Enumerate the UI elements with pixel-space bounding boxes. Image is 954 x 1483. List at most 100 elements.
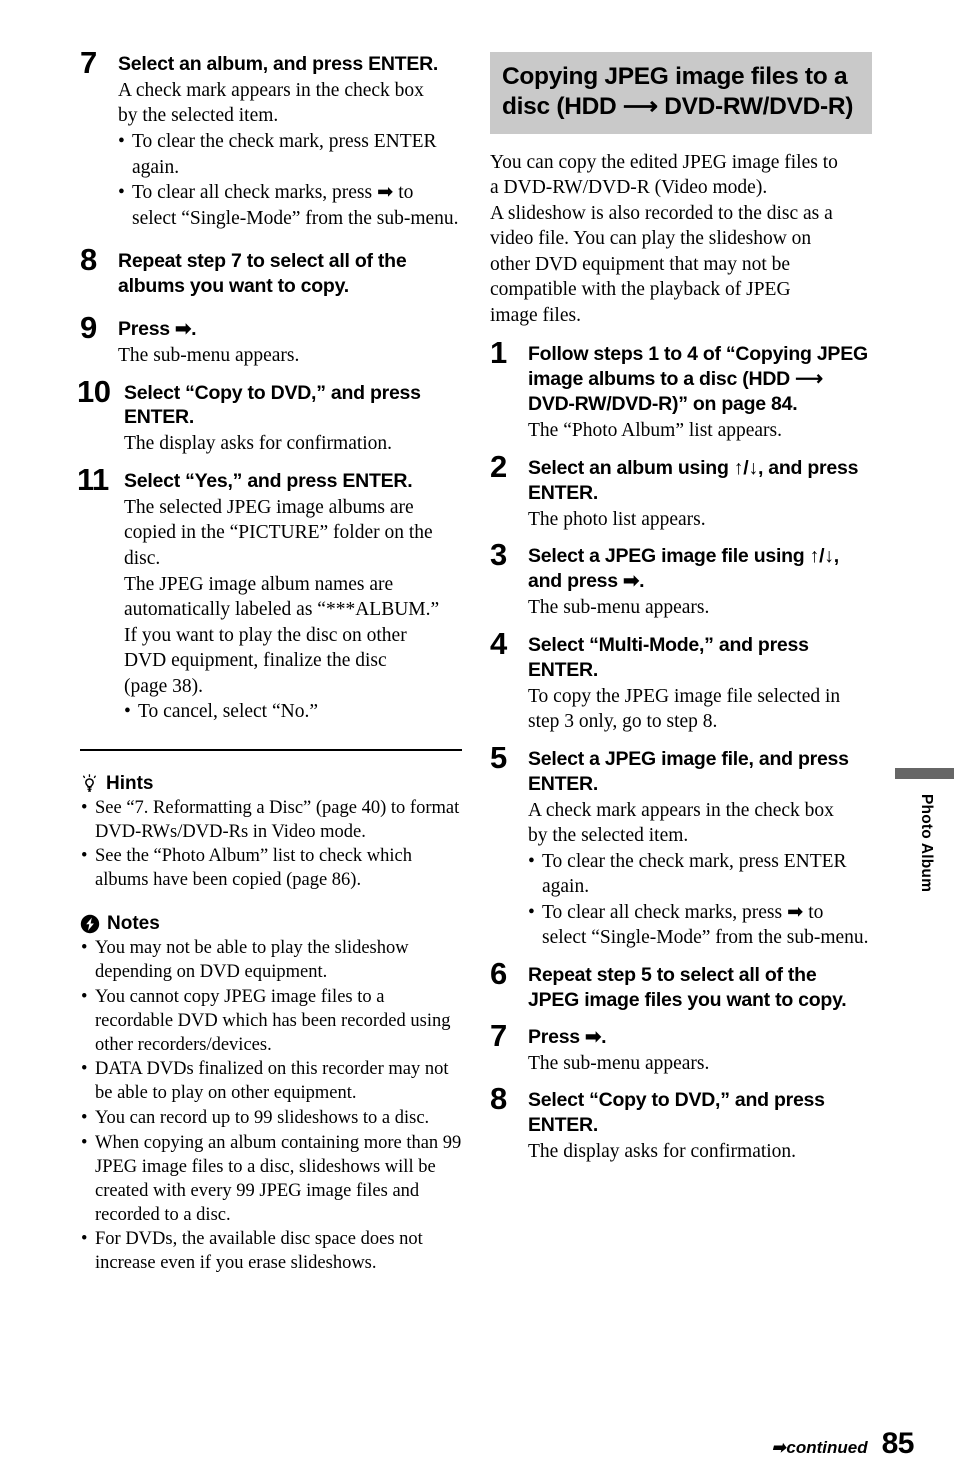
step-title-line: page 84. [721,393,798,416]
bullet-item: To clear the check mark, press ENTER aga… [118,129,462,180]
step-body-line: The photo list appears. [528,508,706,530]
intro-paragraph: You can copy the edited JPEG image files… [490,150,872,329]
step-number: 2 [490,448,507,484]
step-title: Repeat step 7 to select all of the album… [118,250,407,298]
step-body: A check mark appears in the check box by… [528,798,872,849]
step-body-line: The sub-menu appears. [528,1052,710,1074]
step-body-line: A check mark appears in the check box [528,799,834,821]
step-item: 7 Press ➡. The sub-menu appears. [490,1020,872,1077]
step-body: The sub-menu appears. [528,595,872,621]
step-title: Press ➡. [528,1025,607,1048]
intro-line: A slideshow is also recorded to the disc… [490,202,833,224]
step-title: Press ➡. [118,318,197,341]
page-title-line: Copying JPEG image files to a [502,63,848,90]
step-body: The photo list appears. [528,507,872,533]
step-number: 9 [80,310,97,346]
step-item: 7 Select an album, and press ENTER. A ch… [80,47,462,231]
note-item: For DVDs, the available disc space does … [80,1228,462,1276]
step-number: 10 [77,373,111,409]
step-body-line: A check mark appears in the check box [118,79,424,101]
bullet-item: To cancel, select “No.” [124,699,462,725]
intro-line: You can copy the edited JPEG image files… [490,151,838,173]
step-item: 3 Select a JPEG image file using ↑/↓, an… [490,539,872,621]
step-title-line: image albums to a disc [528,368,738,391]
step-title-line: Follow steps 1 to 4 of “Copying JPEG [528,343,868,366]
step-item: 11 Select “Yes,” and press ENTER. The se… [77,464,462,725]
step-number: 6 [490,955,507,991]
note-item: You can record up to 99 slideshows to a … [80,1107,462,1131]
notes-heading: Notes [80,913,462,935]
step-body-line: automatically labeled as “***ALBUM.” [124,599,440,621]
step-bullets: To clear the check mark, press ENTER aga… [118,129,462,231]
step-number: 8 [80,242,97,278]
bullet-item: To clear all check marks, press ➡ to sel… [528,900,872,951]
hints-heading: Hints [80,773,462,795]
hints-block: Hints See “7. Reformatting a Disc” (page… [80,773,462,893]
step-body-line: The display asks for confirmation. [124,433,393,455]
step-bullets: To cancel, select “No.” [124,699,462,725]
bullet-item: To clear all check marks, press ➡ to sel… [118,180,462,231]
step-number: 8 [490,1081,507,1117]
note-item: DATA DVDs finalized on this recorder may… [80,1058,462,1106]
step-body-line: DVD equipment, finalize the disc [124,650,387,672]
hint-item: See the “Photo Album” list to check whic… [80,845,462,893]
step-body: The sub-menu appears. [528,1051,872,1077]
right-column: Copying JPEG image files to a disc (HDD … [490,52,872,1168]
lightbulb-icon [82,774,96,792]
step-body: The sub-menu appears. [118,343,462,369]
step-item: 4 Select “Multi-Mode,” and press ENTER. … [490,628,872,735]
step-bullets: To clear the check mark, press ENTER aga… [528,849,872,951]
step-number: 7 [80,45,97,80]
hint-item: See “7. Reformatting a Disc” (page 40) t… [80,797,462,845]
step-title: Select a JPEG image file, and press ENTE… [528,747,849,795]
step-item: 5 Select a JPEG image file, and press EN… [490,742,872,951]
side-tab-label: Photo Album [918,794,935,893]
page-footer: ➡ continued 85 [771,1427,914,1461]
intro-line: video file. You can play the slideshow o… [490,228,812,250]
step-body: A check mark appears in the check box by… [118,78,462,129]
side-thumb-tab: Photo Album [895,768,954,892]
step-title: Select a JPEG image file using ↑/↓, and … [528,545,839,593]
section-header-band: Copying JPEG image files to a disc (HDD … [490,52,872,134]
step-body-line: The JPEG image album names are [124,573,394,595]
intro-line: image files. [490,304,581,326]
intro-line: other DVD equipment that may not be [490,253,791,275]
manual-page: 7 Select an album, and press ENTER. A ch… [0,0,954,1483]
left-column: 7 Select an album, and press ENTER. A ch… [77,47,462,1277]
step-number: 11 [77,461,109,497]
step-title: Select “Copy to DVD,” and press ENTER. [124,381,421,429]
hints-list: See “7. Reformatting a Disc” (page 40) t… [80,797,462,893]
step-body-line: The sub-menu appears. [528,597,710,619]
step-item: 8 Select “Copy to DVD,” and press ENTER.… [490,1083,872,1165]
step-body: The display asks for confirmation. [528,1139,872,1165]
side-tab-bar [895,768,954,779]
page-number: 85 [881,1427,915,1460]
notes-list: You may not be able to play the slidesho… [80,937,462,1276]
step-body-line: by the selected item. [118,105,279,127]
step-title: Select an album using ↑/↓, and press ENT… [528,456,859,504]
step-number: 5 [490,739,507,775]
step-item: 6 Repeat step 5 to select all of the JPE… [490,958,872,1013]
step-body-line: by the selected item. [528,825,689,847]
step-item: 10 Select “Copy to DVD,” and press ENTER… [77,376,462,457]
note-item: When copying an album containing more th… [80,1132,462,1227]
step-body-line: The “Photo Album” list appears. [528,420,782,442]
step-title: Select an album, and press ENTER. [118,53,439,75]
step-number: 3 [490,537,507,573]
hints-label: Hints [106,772,154,794]
step-body-line: The display asks for confirmation. [528,1141,797,1163]
step-body: The “Photo Album” list appears. [528,418,872,444]
arrow-right-icon: ➡ [771,1438,786,1457]
step-item: 2 Select an album using ↑/↓, and press E… [490,451,872,533]
step-title: Repeat step 5 to select all of the JPEG … [528,963,847,1011]
note-warning-icon [80,914,100,934]
step-title: Select “Multi-Mode,” and press ENTER. [528,633,809,681]
page-title: Copying JPEG image files to a disc (HDD … [502,62,860,122]
step-body: To copy the JPEG image file selected in … [528,684,872,735]
step-title: Follow steps 1 to 4 of “Copying JPEG ima… [528,342,872,417]
step-body: The selected JPEG image albums are copie… [124,495,462,699]
page-title-line: disc (HDD ⟶ DVD-RW/DVD-R) [502,92,854,120]
section-divider [80,748,462,751]
step-number: 1 [490,335,507,371]
step-body-line: (page 38). [124,675,204,697]
